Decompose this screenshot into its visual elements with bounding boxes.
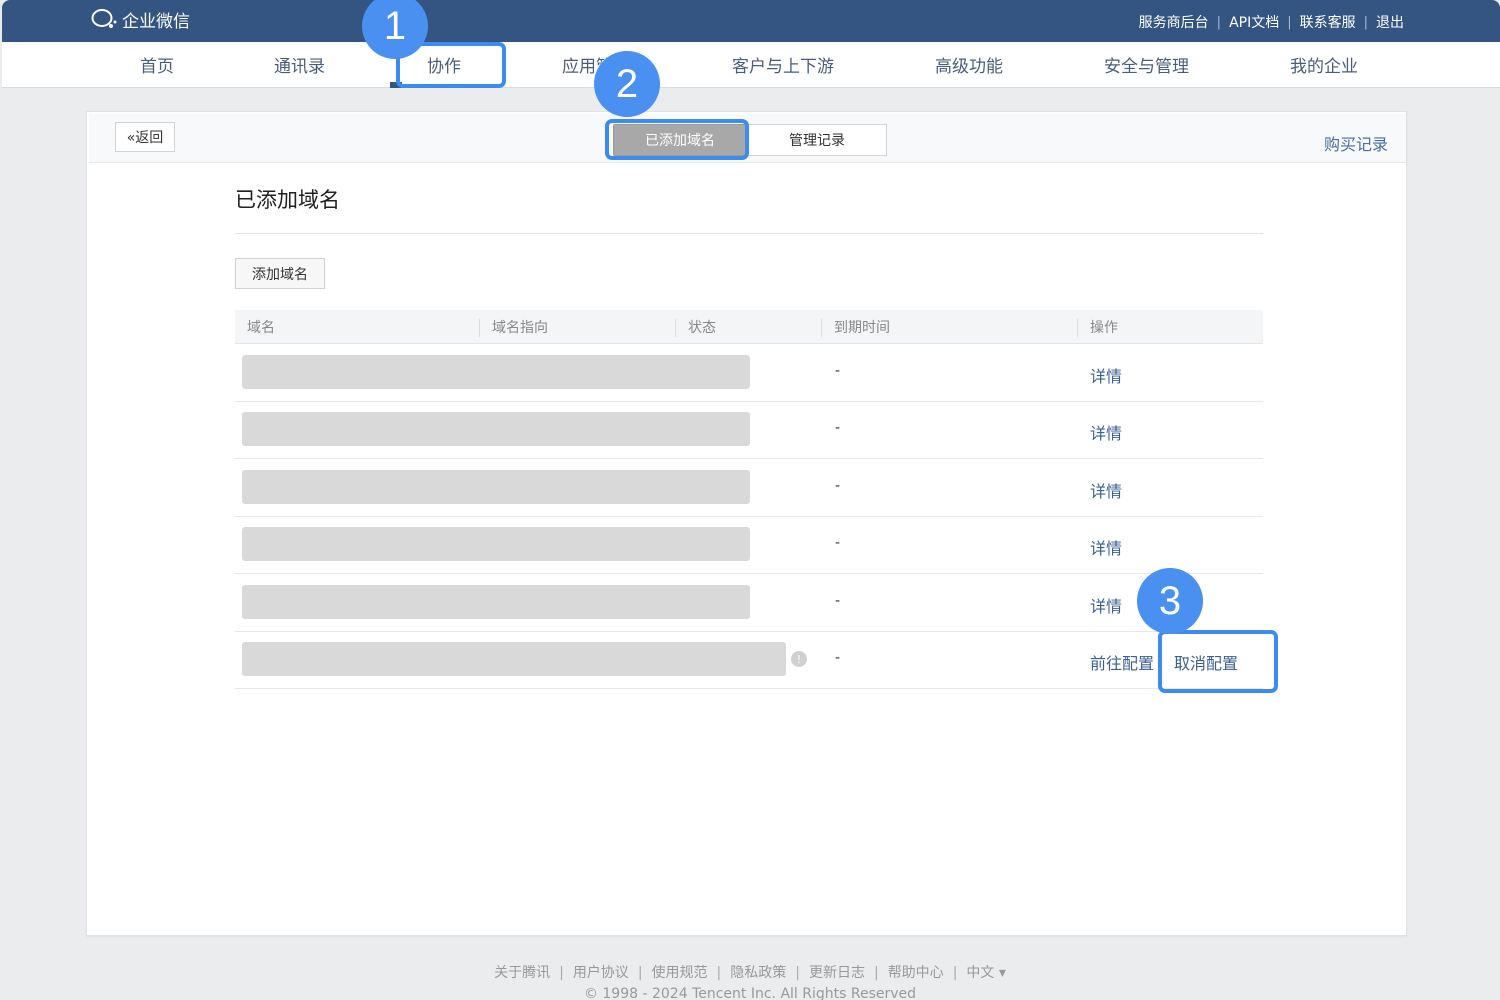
- divider: |: [952, 965, 958, 981]
- main-card: «返回 已添加域名 管理记录 购买记录 已添加域名 添加域名 域名 域名指向 状…: [86, 111, 1407, 936]
- logout-link[interactable]: 退出: [1368, 12, 1412, 32]
- expiry-value: -: [835, 420, 841, 436]
- user-agreement-link[interactable]: 用户协议: [573, 965, 629, 981]
- redacted-domain: [242, 470, 750, 504]
- table-row: - 详情: [235, 575, 1263, 632]
- table-row: - 详情: [235, 517, 1263, 574]
- expiry-value: -: [835, 535, 841, 551]
- nav-advanced[interactable]: 高级功能: [935, 52, 1003, 77]
- logo-text: 企业微信: [122, 11, 190, 32]
- nav-security[interactable]: 安全与管理: [1104, 52, 1189, 77]
- contact-support-link[interactable]: 联系客服: [1292, 12, 1364, 32]
- table-row: - 详情: [235, 345, 1263, 402]
- app-logo[interactable]: 企业微信: [90, 6, 190, 32]
- redacted-domain: [242, 585, 750, 619]
- divider: |: [637, 965, 643, 981]
- language-selector[interactable]: 中文 ▾: [966, 965, 1005, 981]
- details-link[interactable]: 详情: [1090, 478, 1122, 502]
- nav-contacts[interactable]: 通讯录: [274, 52, 325, 77]
- about-tencent-link[interactable]: 关于腾讯: [494, 965, 550, 981]
- nav-active-indicator: [390, 82, 402, 88]
- expiry-value: -: [835, 363, 841, 379]
- info-icon[interactable]: !: [791, 651, 807, 667]
- main-nav: 首页 通讯录 协作 应用管 客户与上下游 高级功能 安全与管理 我的企业: [2, 42, 1500, 88]
- tab-added-domains[interactable]: 已添加域名: [613, 124, 747, 156]
- top-links: 服务商后台 | API文档 | 联系客服 | 退出: [1131, 12, 1412, 32]
- table-header: 域名 域名指向 状态 到期时间 操作: [235, 310, 1263, 344]
- details-link[interactable]: 详情: [1090, 363, 1122, 387]
- table-row: - 详情: [235, 460, 1263, 517]
- column-expiry: 到期时间: [821, 319, 890, 337]
- column-domain-target: 域名指向: [479, 319, 548, 337]
- step-badge-3: 3: [1137, 568, 1203, 634]
- privacy-policy-link[interactable]: 隐私政策: [730, 965, 786, 981]
- expiry-value: -: [835, 593, 841, 609]
- expiry-value: -: [835, 650, 841, 666]
- footer-links: 关于腾讯 | 用户协议 | 使用规范 | 隐私政策 | 更新日志 | 帮助中心 | 中文 ▾: [0, 962, 1500, 982]
- api-docs-link[interactable]: API文档: [1221, 12, 1287, 32]
- details-link[interactable]: 详情: [1090, 593, 1122, 617]
- nav-customers[interactable]: 客户与上下游: [732, 52, 834, 77]
- wecom-logo-icon: [91, 9, 117, 28]
- go-configure-link[interactable]: 前往配置: [1090, 650, 1154, 674]
- add-domain-button[interactable]: 添加域名: [235, 258, 325, 289]
- step-badge-2: 2: [594, 51, 660, 117]
- nav-collaboration[interactable]: 协作: [427, 52, 461, 77]
- divider: [235, 233, 1263, 234]
- page-title: 已添加域名: [235, 188, 340, 212]
- divider: |: [559, 965, 564, 981]
- divider: |: [716, 965, 722, 981]
- vendor-backend-link[interactable]: 服务商后台: [1131, 12, 1217, 32]
- divider: |: [795, 965, 800, 981]
- table-row: ! - 前往配置 取消配置: [235, 632, 1263, 689]
- redacted-domain: [242, 527, 750, 561]
- redacted-domain: [242, 642, 786, 676]
- usage-rules-link[interactable]: 使用规范: [652, 965, 708, 981]
- help-center-link[interactable]: 帮助中心: [888, 965, 944, 981]
- card-header: «返回 已添加域名 管理记录 购买记录: [89, 114, 1406, 163]
- expiry-value: -: [835, 478, 841, 494]
- column-status: 状态: [675, 319, 716, 337]
- column-actions: 操作: [1077, 319, 1118, 337]
- divider: |: [873, 965, 879, 981]
- details-link[interactable]: 详情: [1090, 420, 1122, 444]
- table-row: - 详情: [235, 402, 1263, 459]
- purchase-records-link[interactable]: 购买记录: [1324, 131, 1388, 155]
- nav-home[interactable]: 首页: [140, 52, 174, 77]
- back-button[interactable]: «返回: [115, 122, 175, 152]
- tab-management-records[interactable]: 管理记录: [747, 124, 887, 156]
- nav-my-enterprise[interactable]: 我的企业: [1290, 52, 1358, 77]
- details-link[interactable]: 详情: [1090, 535, 1122, 559]
- column-domain: 域名: [247, 320, 275, 336]
- changelog-link[interactable]: 更新日志: [809, 965, 865, 981]
- redacted-domain: [242, 355, 750, 389]
- top-bar: 企业微信 服务商后台 | API文档 | 联系客服 | 退出: [2, 0, 1500, 42]
- copyright-text: © 1998 - 2024 Tencent Inc. All Rights Re…: [583, 986, 917, 1000]
- redacted-domain: [242, 412, 750, 446]
- cancel-configure-link[interactable]: 取消配置: [1174, 650, 1238, 674]
